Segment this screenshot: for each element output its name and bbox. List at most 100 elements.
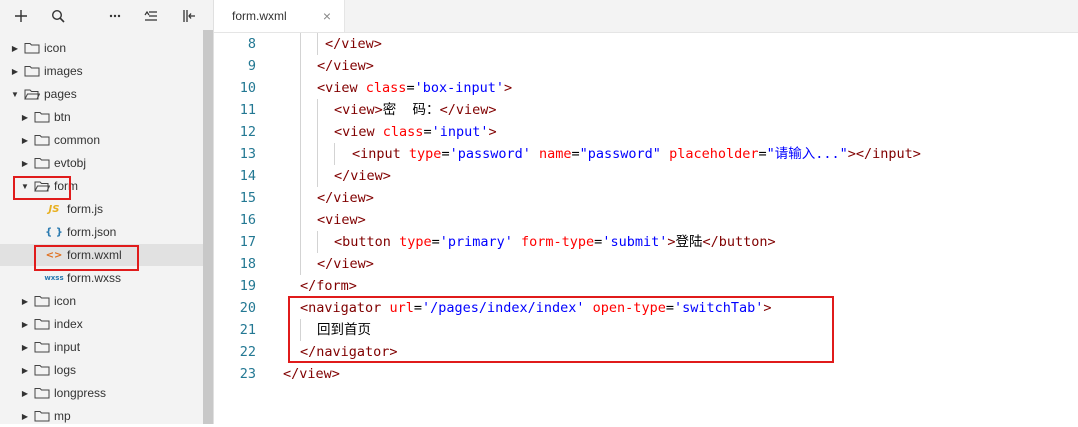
code-line[interactable]: 18 </view> bbox=[214, 253, 1078, 275]
chevron-right-icon[interactable]: ▶ bbox=[20, 412, 30, 421]
chevron-right-icon[interactable]: ▶ bbox=[20, 297, 30, 306]
tree-item-label: form.js bbox=[67, 202, 103, 216]
folder-icon bbox=[34, 387, 50, 399]
tab-form-wxml[interactable]: form.wxml × bbox=[214, 0, 345, 32]
indent-guide bbox=[300, 121, 301, 143]
code-line[interactable]: 14 </view> bbox=[214, 165, 1078, 187]
code-line[interactable]: 9 </view> bbox=[214, 55, 1078, 77]
code-line[interactable]: 16 <view> bbox=[214, 209, 1078, 231]
code-line[interactable]: 21 回到首页 bbox=[214, 319, 1078, 341]
line-number: 22 bbox=[239, 344, 256, 360]
code-editor[interactable]: 8 </view> 9 </view> 10 <view class='box-input… bbox=[214, 33, 1078, 424]
tree-item-label: common bbox=[54, 133, 101, 147]
line-number: 16 bbox=[239, 212, 256, 228]
tree-item-icon[interactable]: ▶ icon bbox=[0, 37, 205, 59]
search-icon[interactable] bbox=[45, 0, 71, 32]
code-line[interactable]: 20 <navigator url='/pages/index/index' op… bbox=[214, 297, 1078, 319]
indent-guide bbox=[300, 209, 301, 231]
tree-item-btn[interactable]: ▶ btn bbox=[0, 106, 205, 128]
code-line[interactable]: 8 </view> bbox=[214, 33, 1078, 55]
chevron-right-icon[interactable]: ▶ bbox=[20, 159, 30, 168]
code-text: </view> bbox=[325, 36, 382, 52]
tree-item-form-js[interactable]: JS form.js bbox=[0, 198, 205, 220]
chevron-down-icon[interactable]: ▼ bbox=[10, 90, 20, 99]
code-line[interactable]: 13 <input type='password' name="password"… bbox=[214, 143, 1078, 165]
chevron-right-icon[interactable]: ▶ bbox=[20, 389, 30, 398]
code-line[interactable]: 17 <button type='primary' form-type='subm… bbox=[214, 231, 1078, 253]
folder-icon bbox=[24, 42, 40, 54]
indent-guide bbox=[317, 165, 318, 187]
code-line[interactable]: 12 <view class='input'> bbox=[214, 121, 1078, 143]
file-type-icon: wxss bbox=[44, 274, 64, 282]
code-text: </view> bbox=[334, 168, 391, 184]
plus-icon[interactable] bbox=[8, 0, 34, 32]
code-line[interactable]: 22 </navigator> bbox=[214, 341, 1078, 363]
tree-item-logs[interactable]: ▶ logs bbox=[0, 359, 205, 381]
tree-item-icon[interactable]: ▶ icon bbox=[0, 290, 205, 312]
tree-item-index[interactable]: ▶ index bbox=[0, 313, 205, 335]
line-number: 11 bbox=[239, 102, 256, 118]
code-text: </view> bbox=[317, 256, 374, 272]
chevron-right-icon[interactable]: ▶ bbox=[20, 113, 30, 122]
indent-guide bbox=[300, 187, 301, 209]
code-line[interactable]: 15 </view> bbox=[214, 187, 1078, 209]
tree-item-label: input bbox=[54, 340, 81, 354]
tree-item-label: form.wxml bbox=[67, 248, 122, 262]
tree-item-form[interactable]: ▼ form bbox=[0, 175, 205, 197]
tree-item-label: form bbox=[54, 179, 78, 193]
chevron-right-icon[interactable]: ▶ bbox=[20, 136, 30, 145]
sidebar-scrollbar[interactable] bbox=[203, 30, 213, 424]
tree-item-images[interactable]: ▶ images bbox=[0, 60, 205, 82]
tree-item-label: icon bbox=[44, 41, 67, 55]
chevron-down-icon[interactable]: ▼ bbox=[20, 182, 30, 191]
tree-item-form-json[interactable]: { } form.json bbox=[0, 221, 205, 243]
indent-guide bbox=[317, 143, 318, 165]
folder-icon bbox=[34, 410, 50, 422]
chevron-right-icon[interactable]: ▶ bbox=[10, 67, 20, 76]
indent-guide bbox=[317, 231, 318, 253]
indent-guide bbox=[317, 121, 318, 143]
tree-item-label: form.json bbox=[67, 225, 117, 239]
chevron-right-icon[interactable]: ▶ bbox=[20, 343, 30, 352]
code-text: <view class='input'> bbox=[334, 124, 497, 140]
tree-item-common[interactable]: ▶ common bbox=[0, 129, 205, 151]
indent-guide bbox=[300, 55, 301, 77]
folder-icon bbox=[34, 111, 50, 123]
code-line[interactable]: 10 <view class='box-input'> bbox=[214, 77, 1078, 99]
file-type-icon: <> bbox=[45, 249, 63, 261]
line-number: 8 bbox=[247, 36, 256, 52]
indent-guide bbox=[300, 99, 301, 121]
code-line[interactable]: 19 </form> bbox=[214, 275, 1078, 297]
tree-item-form-wxml[interactable]: <> form.wxml bbox=[0, 244, 205, 266]
more-icon[interactable] bbox=[102, 0, 128, 32]
indent-guide bbox=[300, 33, 301, 55]
tree-item-input[interactable]: ▶ input bbox=[0, 336, 205, 358]
indent-guide bbox=[317, 99, 318, 121]
code-line[interactable]: 11 <view>密 码：</view> bbox=[214, 99, 1078, 121]
code-text: </navigator> bbox=[300, 344, 398, 360]
tree-item-label: longpress bbox=[54, 386, 107, 400]
tree-item-form-wxss[interactable]: wxss form.wxss bbox=[0, 267, 205, 289]
line-number: 14 bbox=[239, 168, 256, 184]
chevron-right-icon[interactable]: ▶ bbox=[20, 366, 30, 375]
indent-guide bbox=[300, 319, 301, 341]
folder-open-icon bbox=[34, 180, 51, 192]
tree-item-label: form.wxss bbox=[67, 271, 121, 285]
code-text: <button type='primary' form-type='submit… bbox=[334, 234, 776, 250]
line-number: 23 bbox=[239, 366, 256, 382]
close-icon[interactable]: × bbox=[320, 9, 334, 23]
indent-guide bbox=[317, 33, 318, 55]
chevron-right-icon[interactable]: ▶ bbox=[10, 44, 20, 53]
collapse-icon[interactable] bbox=[138, 0, 164, 32]
folder-icon bbox=[34, 295, 50, 307]
line-number: 20 bbox=[239, 300, 256, 316]
tree-item-evtobj[interactable]: ▶ evtobj bbox=[0, 152, 205, 174]
chevron-right-icon[interactable]: ▶ bbox=[20, 320, 30, 329]
editor-tabbar: form.wxml × bbox=[214, 0, 1078, 33]
tree-item-longpress[interactable]: ▶ longpress bbox=[0, 382, 205, 404]
line-number: 13 bbox=[239, 146, 256, 162]
code-line[interactable]: 23 </view> bbox=[214, 363, 1078, 385]
line-number: 18 bbox=[239, 256, 256, 272]
tree-item-pages[interactable]: ▼ pages bbox=[0, 83, 205, 105]
split-icon[interactable] bbox=[176, 0, 202, 32]
